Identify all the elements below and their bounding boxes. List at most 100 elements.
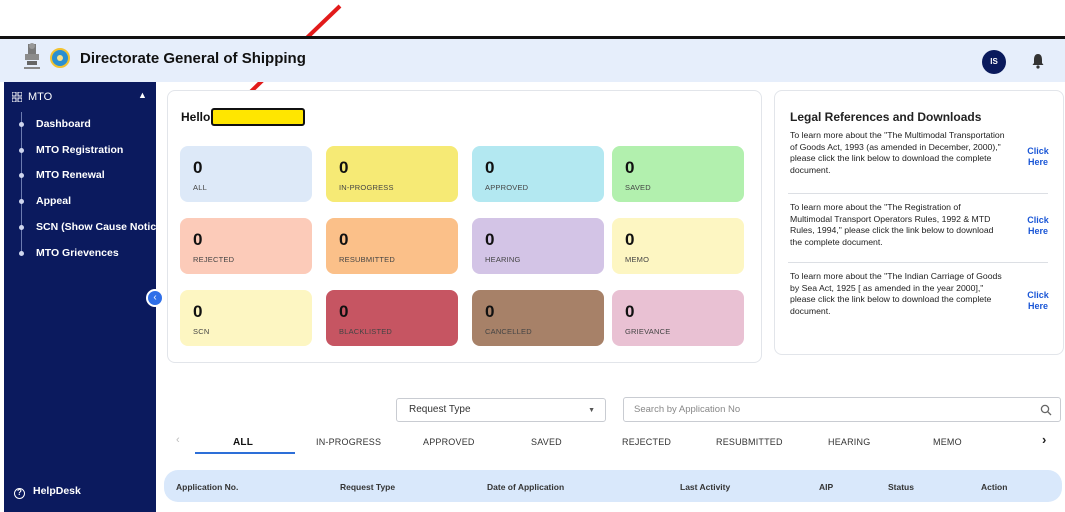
link-text: Click [1027, 215, 1049, 225]
dgs-logo-icon [50, 48, 70, 68]
sidebar-item-mto-registration[interactable]: MTO Registration [16, 143, 156, 159]
column-last-activity[interactable]: Last Activity [680, 482, 730, 492]
link-text: Here [1027, 157, 1048, 167]
stat-label: APPROVED [485, 183, 529, 192]
sidebar-item-scn[interactable]: SCN (Show Cause Notice) [16, 220, 166, 236]
stat-card-all[interactable]: 0 ALL [180, 146, 312, 202]
stat-label: HEARING [485, 255, 521, 264]
stat-card-grievance[interactable]: 0 GRIEVANCE [612, 290, 744, 346]
legal-line: document. [790, 164, 831, 175]
request-type-value: Request Type [409, 404, 471, 415]
stat-value: 0 [625, 230, 635, 249]
sidebar-item-label: MTO Registration [36, 144, 124, 156]
legal-line: the complete document. [790, 236, 883, 247]
column-application-no[interactable]: Application No. [176, 482, 238, 492]
search-icon[interactable] [1040, 404, 1052, 416]
legal-ref-1-link[interactable]: Click Here [1020, 146, 1056, 168]
stat-card-rejected[interactable]: 0 REJECTED [180, 218, 312, 274]
active-tab-indicator [195, 452, 295, 454]
sidebar-item-mto-grievences[interactable]: MTO Grievences [16, 246, 156, 262]
legal-line: of Goods Act, 1993 (as amended in Decemb… [790, 141, 1001, 152]
stat-label: RESUBMITTED [339, 255, 395, 264]
sidebar-item-dashboard[interactable]: Dashboard [16, 117, 156, 133]
tab-approved[interactable]: APPROVED [423, 437, 475, 447]
stat-label: ALL [193, 183, 207, 192]
divider [788, 262, 1048, 263]
stat-value: 0 [485, 158, 495, 177]
user-avatar[interactable]: IS [982, 50, 1006, 74]
stat-label: CANCELLED [485, 327, 532, 336]
tab-memo[interactable]: MEMO [933, 437, 962, 447]
page-root: Directorate General of Shipping IS MTO ▲… [0, 0, 1065, 512]
column-aip[interactable]: AIP [819, 482, 833, 492]
request-type-select[interactable]: Request Type ▼ [396, 398, 606, 422]
legal-line: To learn more about the "The Multimodal … [790, 130, 1005, 140]
stat-value: 0 [339, 230, 349, 249]
link-text: Click [1027, 290, 1049, 300]
tab-resubmitted[interactable]: RESUBMITTED [716, 437, 783, 447]
legal-line: To learn more about the "The Indian Carr… [790, 271, 1002, 281]
column-action[interactable]: Action [981, 482, 1007, 492]
stat-card-cancelled[interactable]: 0 CANCELLED [472, 290, 604, 346]
stat-value: 0 [193, 302, 203, 321]
legal-ref-3-text: To learn more about the "The Indian Carr… [790, 271, 1018, 317]
search-placeholder: Search by Application No [634, 404, 741, 415]
stat-value: 0 [485, 302, 495, 321]
column-date-of-application[interactable]: Date of Application [487, 482, 564, 492]
stat-value: 0 [485, 230, 495, 249]
help-icon: ? [14, 488, 25, 499]
stat-card-saved[interactable]: 0 SAVED [612, 146, 744, 202]
helpdesk-link[interactable]: ? HelpDesk [14, 485, 81, 499]
stat-label: BLACKLISTED [339, 327, 393, 336]
stat-card-in-progress[interactable]: 0 IN-PROGRESS [326, 146, 458, 202]
chevron-up-icon: ▲ [138, 90, 147, 100]
stat-card-approved[interactable]: 0 APPROVED [472, 146, 604, 202]
stat-card-memo[interactable]: 0 MEMO [612, 218, 744, 274]
column-request-type[interactable]: Request Type [340, 482, 395, 492]
sidebar-item-appeal[interactable]: Appeal [16, 194, 156, 210]
legal-ref-2-link[interactable]: Click Here [1020, 215, 1056, 237]
stat-label: SAVED [625, 183, 651, 192]
column-status[interactable]: Status [888, 482, 914, 492]
bullet-icon [19, 148, 24, 153]
grid-icon [12, 92, 22, 102]
application-search-input[interactable]: Search by Application No [623, 397, 1061, 422]
sidebar-item-mto-renewal[interactable]: MTO Renewal [16, 168, 156, 184]
sidebar-item-label: MTO Grievences [36, 247, 119, 259]
link-text: Here [1027, 226, 1048, 236]
sidebar-item-label: MTO Renewal [36, 169, 105, 181]
sidebar-menu-mto[interactable]: MTO ▲ [12, 90, 152, 106]
sidebar-collapse-button[interactable]: ‹ [146, 289, 164, 307]
stat-label: MEMO [625, 255, 650, 264]
legal-line: please click the link below to download … [790, 294, 992, 305]
bullet-icon [19, 173, 24, 178]
helpdesk-label: HelpDesk [33, 485, 81, 497]
legal-ref-1-text: To learn more about the "The Multimodal … [790, 130, 1018, 176]
stat-card-blacklisted[interactable]: 0 BLACKLISTED [326, 290, 458, 346]
legal-line: document. [790, 305, 831, 316]
legal-ref-3-link[interactable]: Click Here [1020, 290, 1056, 312]
app-title: Directorate General of Shipping [80, 50, 306, 67]
tab-rejected[interactable]: REJECTED [622, 437, 671, 447]
sidebar-item-label: Dashboard [36, 118, 91, 130]
stat-card-hearing[interactable]: 0 HEARING [472, 218, 604, 274]
stat-label: IN-PROGRESS [339, 183, 394, 192]
tab-in-progress[interactable]: IN-PROGRESS [316, 437, 381, 447]
bell-icon[interactable] [1031, 53, 1045, 69]
tab-hearing[interactable]: HEARING [828, 437, 870, 447]
chevron-right-icon[interactable]: › [1042, 432, 1046, 447]
bullet-icon [19, 122, 24, 127]
legal-line: please click the link below to download … [790, 153, 992, 164]
stat-card-scn[interactable]: 0 SCN [180, 290, 312, 346]
link-text: Click [1027, 146, 1049, 156]
stat-label: REJECTED [193, 255, 235, 264]
tab-saved[interactable]: SAVED [531, 437, 562, 447]
legal-title: Legal References and Downloads [790, 110, 982, 124]
legal-line: by Sea Act, 1925 [ as amended in the yea… [790, 282, 984, 293]
stat-value: 0 [625, 158, 635, 177]
chevron-left-icon[interactable]: ‹ [176, 434, 180, 446]
stat-label: SCN [193, 327, 210, 336]
divider [788, 193, 1048, 194]
stat-card-resubmitted[interactable]: 0 RESUBMITTED [326, 218, 458, 274]
tab-all[interactable]: ALL [233, 437, 253, 448]
